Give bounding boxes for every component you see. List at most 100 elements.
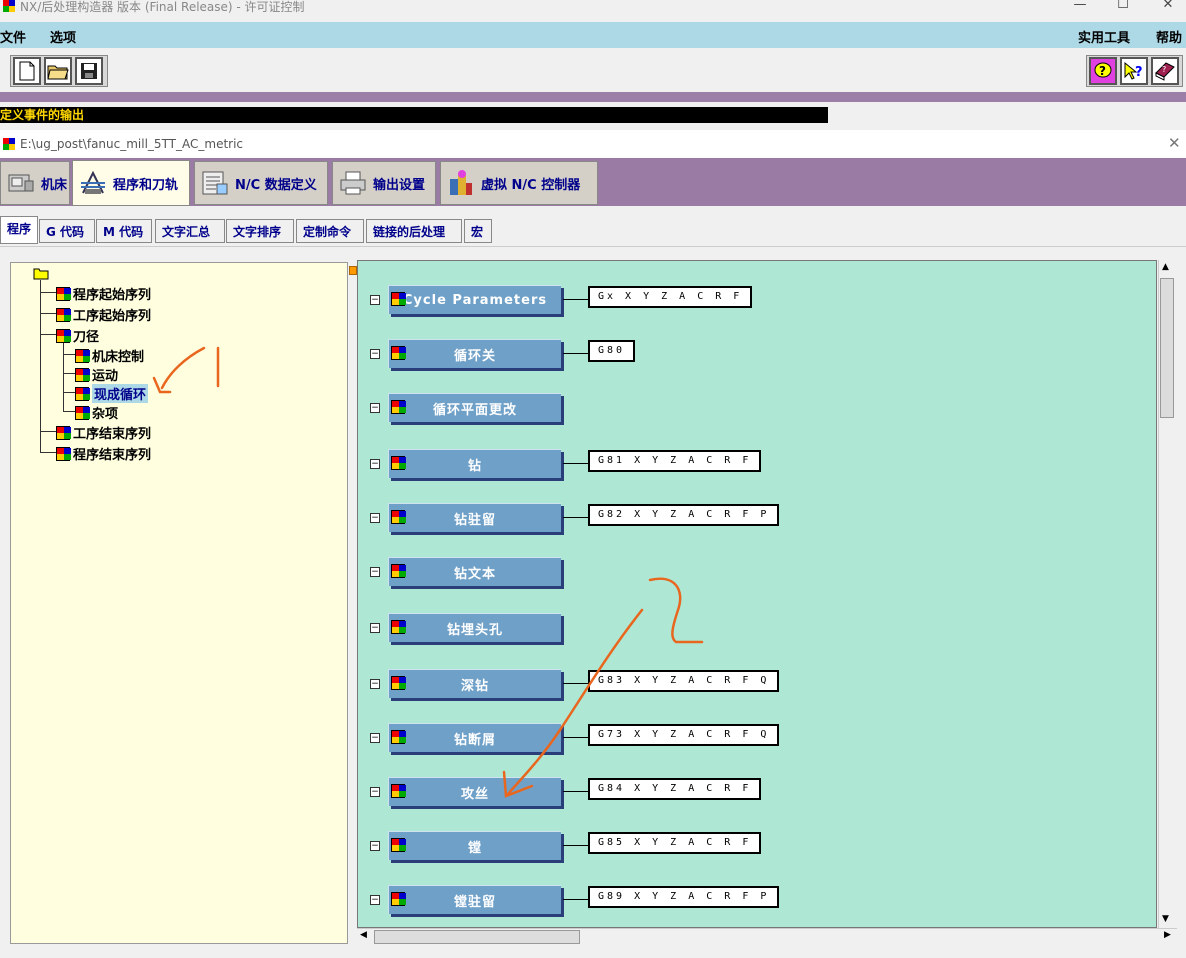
event-cube-icon (391, 346, 406, 360)
subtab-program[interactable]: 程序 (0, 216, 38, 244)
post-file-path: E:\ug_post\fanuc_mill_5TT_AC_metric (20, 137, 244, 151)
connector-line (563, 463, 589, 464)
subtab-macro[interactable]: 宏 (464, 219, 492, 243)
event-code-box[interactable]: G80 (588, 340, 636, 362)
menu-bar: 文件 选项 实用工具 帮助 (0, 22, 1186, 48)
scroll-left-arrow[interactable]: ◀ (360, 930, 367, 940)
event-button-bore-dwell[interactable]: 镗驻留 (388, 885, 561, 914)
connector-line (563, 845, 589, 846)
toolbar (0, 48, 1186, 92)
subtab-linked-posts[interactable]: 链接的后处理 (366, 219, 462, 243)
subtab-m-code[interactable]: M 代码 (96, 219, 152, 243)
tab-program-and-path[interactable]: 程序和刀轨 (72, 160, 190, 206)
pane-splitter-handle[interactable] (349, 266, 357, 275)
event-code-box[interactable]: G82 X Y Z A C R F P (588, 504, 780, 526)
vertical-scroll-thumb[interactable] (1160, 278, 1174, 418)
app-title-bar: NX/后处理构造器 版本 (Final Release) - 许可证控制 — ☐… (0, 0, 1186, 14)
collapse-toggle[interactable]: − (370, 567, 380, 577)
collapse-toggle[interactable]: − (370, 623, 380, 633)
subtab-g-code[interactable]: G 代码 (39, 219, 95, 243)
collapse-toggle[interactable]: − (370, 841, 380, 851)
menu-file[interactable]: 文件 (0, 27, 26, 46)
menu-help[interactable]: 帮助 (1156, 27, 1182, 46)
tree-node-operation-start[interactable]: 工序起始序列 (56, 305, 151, 324)
post-window-close-button[interactable]: ✕ (1168, 134, 1181, 152)
collapse-toggle[interactable]: − (370, 459, 380, 469)
event-code-box[interactable]: G89 X Y Z A C R F P (588, 886, 780, 908)
tree-node-tool-path[interactable]: 刀径 (56, 326, 99, 345)
open-folder-icon[interactable] (44, 57, 72, 85)
sequence-cube-icon (56, 307, 71, 322)
collapse-toggle[interactable]: − (370, 679, 380, 689)
svg-text:?: ? (1135, 65, 1143, 80)
annotation-mark-1 (152, 346, 220, 394)
collapse-toggle[interactable]: − (370, 403, 380, 413)
tab-virtual-nc-controller[interactable]: 虚拟 N/C 控制器 (440, 161, 598, 205)
menu-options[interactable]: 选项 (50, 27, 76, 46)
tree-node-motion[interactable]: 运动 (75, 365, 118, 384)
collapse-toggle[interactable]: − (370, 787, 380, 797)
event-button-drill[interactable]: 钻 (388, 449, 561, 478)
tree-node-canned-cycle[interactable]: 现成循环 (75, 384, 149, 403)
tree-node-label: 刀径 (73, 330, 100, 345)
event-cube-icon (391, 400, 406, 414)
event-button-bore[interactable]: 镗 (388, 831, 561, 860)
tree-node-label: 运动 (92, 369, 119, 384)
tree-line (63, 354, 75, 355)
event-code-box[interactable]: G81 X Y Z A C R F (588, 450, 762, 472)
event-button-drill-dwell[interactable]: 钻驻留 (388, 503, 561, 532)
event-cube-icon (391, 676, 406, 690)
maximize-button[interactable]: ☐ (1103, 0, 1143, 13)
tree-node-program-end[interactable]: 程序结束序列 (56, 444, 151, 463)
status-line: 定义事件的输出 (0, 107, 828, 123)
scroll-down-arrow[interactable]: ▼ (1162, 914, 1169, 924)
save-icon[interactable] (75, 57, 103, 85)
tab-output-settings[interactable]: 输出设置 (332, 161, 436, 205)
subtab-custom-command[interactable]: 定制命令 (296, 219, 364, 243)
tree-node-program-start[interactable]: 程序起始序列 (56, 284, 151, 303)
manual-book-icon[interactable]: ? (1151, 57, 1179, 85)
event-cube-icon (391, 620, 406, 634)
subtab-word-sequence[interactable]: 文字排序 (226, 219, 294, 243)
scroll-up-arrow[interactable]: ▲ (1162, 262, 1169, 272)
event-cube-icon (391, 784, 406, 798)
collapse-toggle[interactable]: − (370, 349, 380, 359)
printer-icon (339, 169, 367, 197)
event-button-cycle-plane-change[interactable]: 循环平面更改 (388, 393, 561, 422)
event-cube-icon (391, 892, 406, 906)
event-code-box[interactable]: Gx X Y Z A C R F (588, 286, 753, 308)
tree-node-machine-control[interactable]: 机床控制 (75, 346, 144, 365)
tree-node-operation-end[interactable]: 工序结束序列 (56, 423, 151, 442)
event-button-cycle-off[interactable]: 循环关 (388, 339, 561, 368)
post-window-icon (3, 138, 15, 150)
vnc-icon (447, 169, 475, 197)
collapse-toggle[interactable]: − (370, 513, 380, 523)
subtab-word-summary[interactable]: 文字汇总 (155, 219, 225, 243)
horizontal-scroll-thumb[interactable] (374, 930, 580, 944)
menu-utilities[interactable]: 实用工具 (1078, 27, 1130, 46)
help-balloon-icon[interactable]: ? (1089, 57, 1117, 85)
collapse-toggle[interactable]: − (370, 733, 380, 743)
sequence-cube-icon (56, 425, 71, 440)
collapse-toggle[interactable]: − (370, 895, 380, 905)
scroll-right-arrow[interactable]: ▶ (1164, 930, 1171, 940)
event-cube-icon (75, 405, 90, 420)
close-button[interactable]: ✕ (1148, 0, 1186, 13)
folder-icon[interactable] (33, 267, 49, 283)
tree-node-label: 工序结束序列 (73, 427, 152, 442)
tab-nc-data-definition[interactable]: N/C 数据定义 (194, 161, 328, 205)
whats-this-icon[interactable]: ? (1120, 57, 1148, 85)
help-toolbar-group: ? ? ? (1086, 55, 1183, 87)
tab-machine[interactable]: 机床 (0, 161, 70, 205)
connector-line (563, 299, 589, 300)
connector-line (563, 353, 589, 354)
tab-nc-data-label: N/C 数据定义 (235, 177, 317, 193)
new-file-icon[interactable] (13, 57, 41, 85)
minimize-button[interactable]: — (1060, 0, 1100, 13)
tree-node-misc[interactable]: 杂项 (75, 403, 118, 422)
event-button-cycle-parameters[interactable]: Cycle Parameters (388, 285, 561, 314)
collapse-toggle[interactable]: − (370, 295, 380, 305)
app-logo-icon (3, 0, 15, 12)
event-code-box[interactable]: G85 X Y Z A C R F (588, 832, 762, 854)
tree-node-label: 程序起始序列 (73, 288, 152, 303)
